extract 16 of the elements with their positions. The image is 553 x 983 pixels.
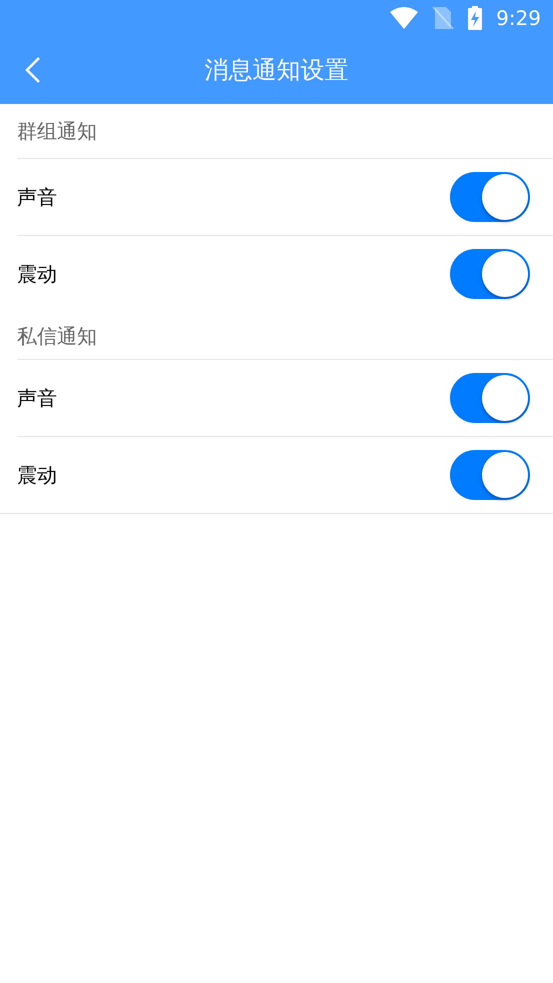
setting-label: 震动 [17,462,58,489]
toggle-switch[interactable] [450,450,530,500]
wifi-icon [390,7,418,29]
no-sim-icon [432,6,454,30]
setting-label: 震动 [17,261,58,288]
back-icon [25,56,41,84]
setting-label: 声音 [17,184,58,211]
section-header: 群组通知 [17,118,97,145]
toggle-switch[interactable] [450,249,530,299]
status-time: 9:29 [496,5,541,32]
toggle-switch[interactable] [450,172,530,222]
toggle-switch[interactable] [450,373,530,423]
battery-charging-icon [468,6,482,30]
section-header: 私信通知 [17,322,97,350]
setting-label: 声音 [17,385,58,412]
page-title: 消息通知设置 [204,55,348,86]
